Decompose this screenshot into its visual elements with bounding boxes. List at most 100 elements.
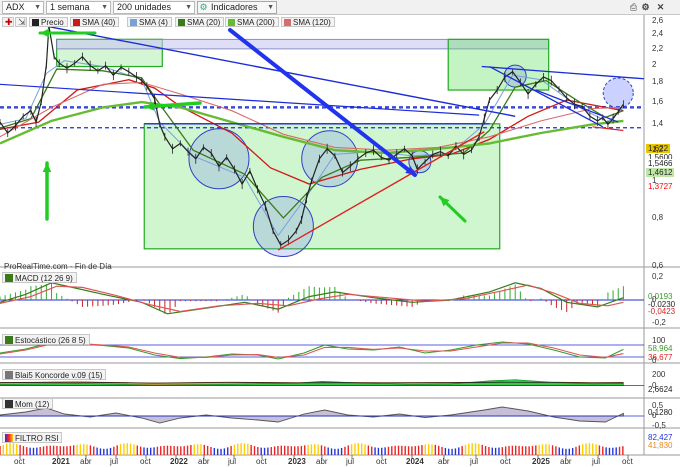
settings-icon[interactable]: ⚙	[640, 2, 651, 13]
legend-sma40[interactable]: SMA (40)	[70, 17, 120, 27]
x-tick-label: oct	[140, 457, 151, 466]
stoch-swatch	[5, 336, 13, 344]
x-tick-label: 2023	[288, 457, 306, 466]
resistance-zone-right	[447, 38, 550, 91]
panel-y-tick-label: 0,2	[652, 272, 664, 281]
legend-sma120-label: SMA (120)	[293, 18, 331, 27]
macd-title: MACD (12 26 9)	[15, 274, 73, 283]
x-tick-label: abr	[198, 457, 210, 466]
koncorde-swatch	[5, 371, 13, 379]
panel-title-rsi[interactable]: FILTRO RSI	[2, 432, 63, 443]
x-tick-label: oct	[256, 457, 267, 466]
legend-price-label: Precio	[41, 18, 64, 27]
legend-sma200-label: SMA (200)	[237, 18, 275, 27]
panel-y-tick-label: 0	[652, 411, 657, 420]
x-tick-label: jul	[346, 457, 355, 466]
sma4-swatch	[130, 19, 137, 26]
panel-y-tick-label: 100	[652, 336, 666, 345]
panel-y-tick-label: -0,2	[652, 318, 666, 327]
y-tick-label: 2,2	[652, 43, 664, 53]
y-tick-label: 1	[652, 175, 657, 185]
y-tick-label: 2	[652, 59, 657, 69]
rsi-swatch	[5, 434, 13, 442]
x-tick-label: jul	[228, 457, 237, 466]
panel-title-mom[interactable]: Mom (12)	[2, 398, 54, 409]
legend-sma4-label: SMA (4)	[139, 18, 168, 27]
close-icon[interactable]: ✕	[655, 2, 666, 13]
indicator-value-tag: 36,677	[646, 353, 675, 362]
period-select[interactable]: 1 semana ▼	[46, 1, 111, 14]
x-tick-label: oct	[376, 457, 387, 466]
price-tag: 1,3727	[646, 182, 675, 191]
x-tick-label: oct	[14, 457, 25, 466]
macd-swatch	[5, 274, 13, 282]
x-tick-label: abr	[316, 457, 328, 466]
legend-sma200[interactable]: SMA (200)	[225, 17, 279, 27]
y-tick-label: 1,6	[652, 97, 664, 107]
print-icon[interactable]: ⎙	[628, 2, 639, 13]
x-tick-label: jul	[110, 457, 119, 466]
sma20-swatch	[178, 19, 185, 26]
x-tick-label: 2024	[406, 457, 424, 466]
legend-sma20[interactable]: SMA (20)	[175, 17, 225, 27]
x-tick-label: jul	[470, 457, 479, 466]
legend-sma120[interactable]: SMA (120)	[281, 17, 335, 27]
panel-title-macd[interactable]: MACD (12 26 9)	[2, 272, 77, 283]
panel-y-tick-label: -0,5	[652, 421, 666, 430]
indicators-label: Indicadores	[211, 2, 258, 12]
sma200-swatch	[228, 19, 235, 26]
chart-tool-icon[interactable]: ✚	[2, 17, 14, 27]
toolbar: ADX ▼ 1 semana ▼ 200 unidades ▼ ⚙ Indica…	[0, 0, 680, 15]
indicator-value-tag: 2,6624	[646, 385, 675, 394]
panel-title-stoch[interactable]: Estocástico (26 8 5)	[2, 334, 90, 345]
x-tick-label: abr	[438, 457, 450, 466]
koncorde-title: Blai5 Koncorde v.09 (15)	[15, 371, 103, 380]
symbol-select[interactable]: ADX ▼	[2, 1, 44, 14]
price-tag: 1,4612	[646, 168, 675, 177]
panel-y-tick-label: 0	[652, 380, 657, 390]
stoch-title: Estocástico (26 8 5)	[15, 336, 86, 345]
indicator-value-tag: -0,0423	[646, 307, 678, 316]
chevron-down-icon: ▼	[185, 4, 192, 11]
indicator-value-tag: 58,964	[646, 344, 675, 353]
zoom-icon[interactable]: ⇲	[15, 17, 27, 27]
symbol-label: ADX	[6, 2, 25, 12]
units-label: 200 unidades	[117, 2, 172, 12]
chevron-down-icon: ▼	[101, 4, 108, 11]
legend-sma40-label: SMA (40)	[82, 18, 116, 27]
sma40-swatch	[73, 19, 80, 26]
x-tick-label: oct	[622, 457, 633, 466]
panel-title-koncorde[interactable]: Blai5 Koncorde v.09 (15)	[2, 369, 107, 380]
indicators-button[interactable]: ⚙ Indicadores ▼	[197, 1, 277, 14]
chevron-down-icon: ▼	[34, 4, 41, 11]
x-tick-label: 2022	[170, 457, 188, 466]
indicator-value-tag: 41,830	[646, 441, 675, 450]
rsi-title: FILTRO RSI	[15, 434, 59, 443]
price-tag: 1,5466	[646, 159, 675, 168]
mom-swatch	[5, 400, 13, 408]
units-select[interactable]: 200 unidades ▼	[113, 1, 195, 14]
indicators-icon: ⚙	[199, 2, 208, 12]
x-tick-label: 2021	[52, 457, 70, 466]
mom-title: Mom (12)	[15, 400, 50, 409]
y-tick-label: 0,8	[652, 212, 664, 222]
legend-price[interactable]: Precio	[29, 17, 68, 27]
period-label: 1 semana	[50, 2, 90, 12]
legend-sma20-label: SMA (20)	[187, 18, 221, 27]
data-source-label: ProRealTime.com - Fin de Día	[4, 262, 112, 271]
y-tick-label: 2,4	[652, 29, 664, 39]
price-swatch	[32, 19, 39, 26]
panel-y-tick-label: 0	[652, 295, 657, 304]
x-tick-label: abr	[560, 457, 572, 466]
panel-y-tick-label: 0,5	[652, 401, 664, 410]
y-tick-label: 1,8	[652, 77, 664, 87]
chart-area	[0, 15, 680, 467]
legend-sma4[interactable]: SMA (4)	[127, 17, 172, 27]
y-tick-label: 1,2	[652, 145, 664, 155]
sma120-swatch	[284, 19, 291, 26]
y-tick-label: 0,6	[652, 261, 664, 270]
x-tick-label: jul	[592, 457, 601, 466]
y-tick-label: 2,6	[652, 16, 664, 25]
chevron-down-icon: ▼	[267, 4, 274, 11]
x-tick-label: abr	[80, 457, 92, 466]
